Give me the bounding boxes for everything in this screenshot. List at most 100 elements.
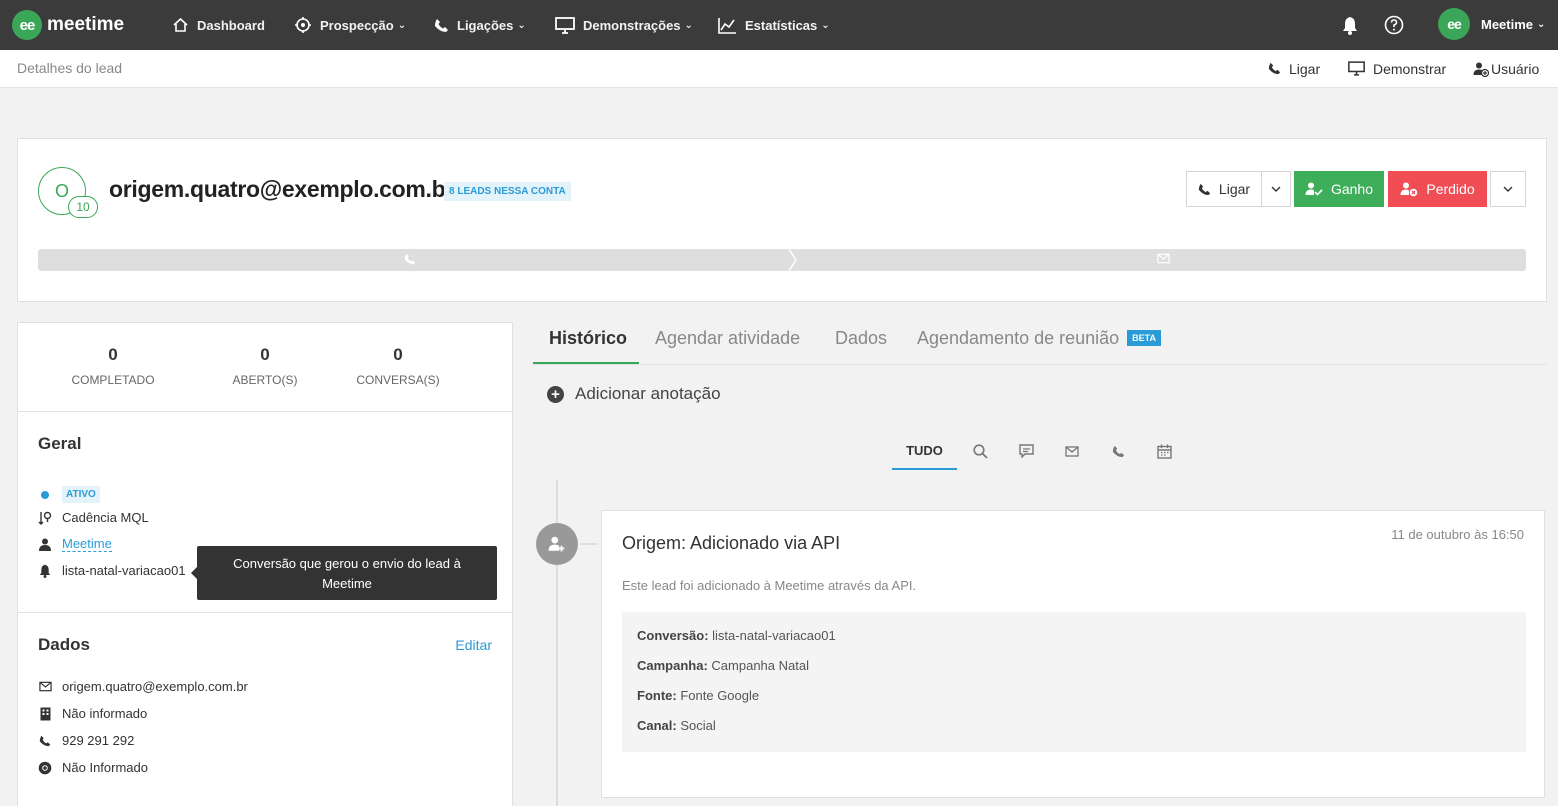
- monitor-icon: [1348, 61, 1365, 76]
- bell-icon[interactable]: [1338, 13, 1362, 37]
- field-value: Fonte Google: [680, 688, 760, 703]
- ganho-label: Ganho: [1330, 181, 1374, 197]
- stat-value: 0: [108, 345, 118, 364]
- tab-agendamento-reuniao[interactable]: Agendamento de reunião BETA: [917, 328, 1162, 364]
- step-separator-icon: [788, 249, 797, 271]
- meetime-logo[interactable]: ee meetime: [12, 10, 124, 40]
- nav-dashboard[interactable]: Dashboard: [172, 0, 265, 50]
- demonstrar-action[interactable]: Demonstrar: [1348, 50, 1446, 87]
- nav-label: Ligações: [457, 17, 514, 33]
- event-field-conversao: Conversão: lista-natal-variacao01: [637, 628, 836, 643]
- lead-tabs: Histórico Agendar atividade Dados Agenda…: [533, 322, 1547, 365]
- lead-header-card: O 10 origem.quatro@exemplo.com.br 8 LEAD…: [17, 138, 1547, 302]
- home-icon: [173, 17, 188, 32]
- stat-label: COMPLETADO: [71, 373, 155, 387]
- event-details: Conversão: lista-natal-variacao01 Campan…: [622, 612, 1526, 752]
- ligar-action[interactable]: Ligar: [1268, 50, 1320, 87]
- browser-icon: [38, 761, 52, 774]
- timeline-connector: [580, 543, 597, 545]
- tab-historico[interactable]: Histórico: [533, 328, 639, 364]
- add-note-label: Adicionar anotação: [575, 384, 721, 403]
- chevron-down-icon: ⌄: [684, 19, 693, 31]
- company-value: Não informado: [62, 706, 148, 721]
- phone-value: 929 291 292: [62, 733, 135, 748]
- ligar-button[interactable]: Ligar: [1186, 171, 1262, 207]
- user-add-icon: [1473, 62, 1489, 77]
- conversion-name[interactable]: lista-natal-variacao01: [62, 563, 186, 578]
- email-row: origem.quatro@exemplo.com.br: [38, 679, 248, 694]
- nav-label: Prospecção: [320, 17, 394, 33]
- user-check-icon: [1305, 182, 1323, 196]
- building-icon: [40, 707, 50, 720]
- field-key: Fonte:: [637, 688, 677, 703]
- usuario-action[interactable]: Usuário: [1473, 50, 1539, 87]
- beta-badge: BETA: [1127, 330, 1162, 346]
- subheader: Detalhes do lead Ligar Demonstrar Usuári…: [0, 50, 1558, 88]
- event-field-campanha: Campanha: Campanha Natal: [637, 658, 809, 673]
- calendar-icon[interactable]: [1152, 432, 1176, 470]
- leads-count-badge[interactable]: 8 LEADS NESSA CONTA: [444, 182, 571, 201]
- editar-link[interactable]: Editar: [455, 637, 492, 653]
- website-value: Não Informado: [62, 760, 148, 775]
- chevron-down-icon: ⌄: [821, 19, 830, 31]
- perdido-label: Perdido: [1426, 181, 1475, 197]
- owner-link[interactable]: Meetime: [62, 536, 112, 552]
- chart-icon: [718, 17, 736, 34]
- ligar-options-button[interactable]: [1261, 171, 1291, 207]
- website-row: Não Informado: [38, 760, 148, 775]
- demonstrar-label: Demonstrar: [1373, 60, 1447, 77]
- phone-icon: [1268, 62, 1281, 75]
- tab-agendar-atividade[interactable]: Agendar atividade: [655, 328, 800, 364]
- nav-prospeccao[interactable]: Prospecção ⌄: [294, 0, 406, 50]
- chevron-down-icon: ⌄: [397, 19, 407, 31]
- dados-title: Dados: [38, 635, 90, 654]
- cadencia-name: Cadência MQL: [62, 510, 149, 525]
- ligar-button-label: Ligar: [1218, 181, 1251, 197]
- ligar-label: Ligar: [1289, 60, 1321, 77]
- logo-mark: ee: [12, 10, 42, 40]
- help-icon[interactable]: [1382, 13, 1406, 37]
- email-value: origem.quatro@exemplo.com.br: [62, 679, 248, 694]
- stat-value: 0: [260, 345, 270, 364]
- chevron-down-icon: ⌄: [517, 19, 526, 31]
- ganho-button[interactable]: Ganho: [1294, 171, 1384, 207]
- perdido-button[interactable]: Perdido: [1388, 171, 1487, 207]
- field-key: Campanha:: [637, 658, 708, 673]
- logo-text: meetime: [47, 14, 125, 35]
- phone-icon[interactable]: [1106, 432, 1130, 470]
- cadencia-row: Cadência MQL: [38, 510, 149, 525]
- chevron-down-icon: ⌄: [1537, 18, 1546, 30]
- user-name: Meetime: [1481, 16, 1534, 32]
- filter-all[interactable]: TUDO: [892, 432, 957, 470]
- breadcrumb: Detalhes do lead: [17, 60, 123, 76]
- email-icon[interactable]: [1060, 432, 1084, 470]
- status-dot-icon: [41, 490, 49, 499]
- search-icon[interactable]: [968, 432, 992, 470]
- user-remove-icon: [1400, 182, 1418, 197]
- field-key: Conversão:: [637, 628, 709, 643]
- add-note-button[interactable]: + Adicionar anotação: [547, 384, 721, 404]
- tab-dados[interactable]: Dados: [835, 328, 887, 364]
- comment-icon[interactable]: [1014, 432, 1038, 470]
- nav-label: Estatísticas: [745, 17, 818, 33]
- nav-estatisticas[interactable]: Estatísticas ⌄: [718, 0, 830, 50]
- company-row: Não informado: [38, 706, 147, 721]
- cadence-icon: [38, 511, 52, 525]
- nav-label: Dashboard: [197, 17, 265, 33]
- user-avatar[interactable]: ee: [1438, 8, 1470, 40]
- bell-icon: [39, 564, 51, 578]
- plus-circle-icon: +: [547, 385, 564, 403]
- stat-completado: 0 COMPLETADO: [43, 345, 183, 387]
- nav-ligacoes[interactable]: Ligações ⌄: [434, 0, 526, 50]
- nav-demonstracoes[interactable]: Demonstrações ⌄: [555, 0, 693, 50]
- stat-conversas: 0 CONVERSA(S): [328, 345, 468, 387]
- more-options-button[interactable]: [1490, 171, 1526, 207]
- monitor-icon: [555, 16, 575, 34]
- status-row: ATIVO: [38, 486, 100, 503]
- conversion-row: lista-natal-variacao01: [38, 563, 186, 578]
- user-menu[interactable]: Meetime ⌄: [1481, 0, 1545, 48]
- event-field-canal: Canal: Social: [637, 718, 716, 733]
- phone-row: 929 291 292: [38, 733, 134, 748]
- status-badge: ATIVO: [62, 486, 100, 503]
- field-value: Social: [680, 718, 716, 733]
